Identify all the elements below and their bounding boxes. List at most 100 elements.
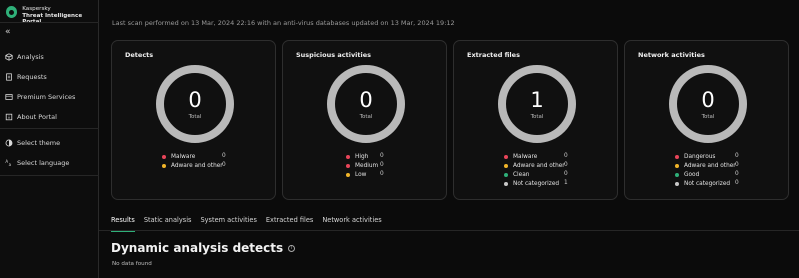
info-icon [5,113,13,121]
section-title: Dynamic analysis detects i [111,241,296,255]
red-dot-icon [162,154,166,159]
divider [0,22,99,23]
tab-network-activities[interactable]: Network activities [322,216,381,228]
last-scan-info: Last scan performed on 13 Mar, 2024 22:1… [112,19,455,27]
legend-item: Not categorized [504,179,559,188]
theme-icon [5,139,13,147]
card-icon [5,93,13,101]
sidebar-item-label: About Portal [17,113,57,121]
tab-static-analysis[interactable]: Static analysis [144,216,192,228]
legend-value: 0 [735,153,739,159]
legend-item: Malware [162,152,195,161]
select-language-label: Select language [17,159,70,167]
sidebar-item-premium-services[interactable]: Premium Services [5,90,75,104]
info-icon[interactable]: i [288,244,296,252]
legend-item: Low [346,170,366,179]
legend-item: Adware and other [675,161,736,170]
total-ring: 0 Total [156,65,234,143]
cube-icon [5,53,13,61]
total-count: 0 [359,88,373,112]
sidebar-item-analysis[interactable]: Analysis [5,50,44,64]
brand-product: Threat Intelligence Portal [22,12,83,26]
red-dot-icon [346,154,350,159]
legend-item: Adware and other [162,161,223,170]
legend-item: Clean [504,170,529,179]
legend-value: 0 [564,162,568,168]
extracted-files-card: Extracted files 1 Total Malware 0 Adware… [453,40,618,200]
document-icon [5,73,13,81]
legend-label: Clean [513,171,530,178]
green-dot-icon [504,172,508,177]
legend-label: Adware and other [684,162,736,169]
yellow-dot-icon [504,163,508,168]
suspicious-activities-card: Suspicious activities 0 Total High 0 Med… [282,40,447,200]
red-dot-icon [504,154,508,159]
network-activities-card: Network activities 0 Total Dangerous 0 A… [624,40,789,200]
total-ring: 0 Total [327,65,405,143]
sidebar-item-label: Analysis [17,53,44,61]
svg-text:a: a [9,162,12,167]
card-title: Detects [125,51,154,59]
sidebar-item-requests[interactable]: Requests [5,70,47,84]
green-dot-icon [675,172,679,177]
card-title: Suspicious activities [296,51,372,59]
sidebar-item-label: Premium Services [17,93,76,101]
card-title: Network activities [638,51,705,59]
red-dot-icon [675,154,679,159]
legend-value: 0 [735,162,739,168]
card-title: Extracted files [467,51,520,59]
kaspersky-logo-icon [6,6,18,18]
select-theme-button[interactable]: Select theme [5,136,60,150]
legend-label: Malware [513,153,538,160]
sidebar-item-label: Requests [17,73,47,81]
total-label: Total [530,114,544,120]
total-ring: 1 Total [498,65,576,143]
red-dot-icon [346,163,350,168]
legend-value: 0 [380,162,384,168]
legend-item: Adware and other [504,161,565,170]
legend-item: Medium [346,161,378,170]
yellow-dot-icon [675,163,679,168]
no-data-message: No data found [112,261,152,267]
legend-item: High [346,152,368,161]
total-count: 1 [530,88,544,112]
total-count: 0 [188,88,202,112]
section-title-text: Dynamic analysis detects [111,241,284,255]
tab-extracted-files[interactable]: Extracted files [266,216,313,228]
legend-label: Dangerous [684,153,716,160]
tab-system-activities[interactable]: System activities [200,216,256,228]
yellow-dot-icon [346,172,350,177]
select-theme-label: Select theme [17,139,61,147]
legend-value: 0 [380,153,384,159]
tab-results[interactable]: Results [111,216,135,232]
gray-dot-icon [504,181,508,186]
legend-value: 0 [735,180,739,186]
select-language-button[interactable]: Aa Select language [5,156,69,170]
gray-dot-icon [675,181,679,186]
legend-label: Low [355,171,367,178]
divider [0,128,99,129]
tabs-divider [99,230,799,231]
total-label: Total [188,114,202,120]
legend-value: 1 [564,180,568,186]
legend-label: Medium [355,162,379,169]
detects-card: Detects 0 Total Malware 0 Adware and oth… [111,40,276,200]
collapse-sidebar-icon[interactable]: « [5,28,11,37]
results-tabs: Results Static analysis System activitie… [111,216,382,232]
legend-label: Adware and other [171,162,223,169]
total-ring: 0 Total [669,65,747,143]
legend-item: Malware [504,152,537,161]
divider [0,175,99,176]
sidebar-item-about-portal[interactable]: About Portal [5,110,57,124]
brand-name: Kaspersky [22,6,51,12]
legend-value: 0 [222,153,226,159]
language-icon: Aa [5,159,13,167]
total-count: 0 [701,88,715,112]
legend-value: 0 [222,162,226,168]
legend-value: 0 [564,153,568,159]
sidebar: Kaspersky Threat Intelligence Portal « A… [0,0,99,278]
total-label: Total [359,114,373,120]
legend-item: Good [675,170,699,179]
legend-value: 0 [735,171,739,177]
legend-value: 0 [564,171,568,177]
